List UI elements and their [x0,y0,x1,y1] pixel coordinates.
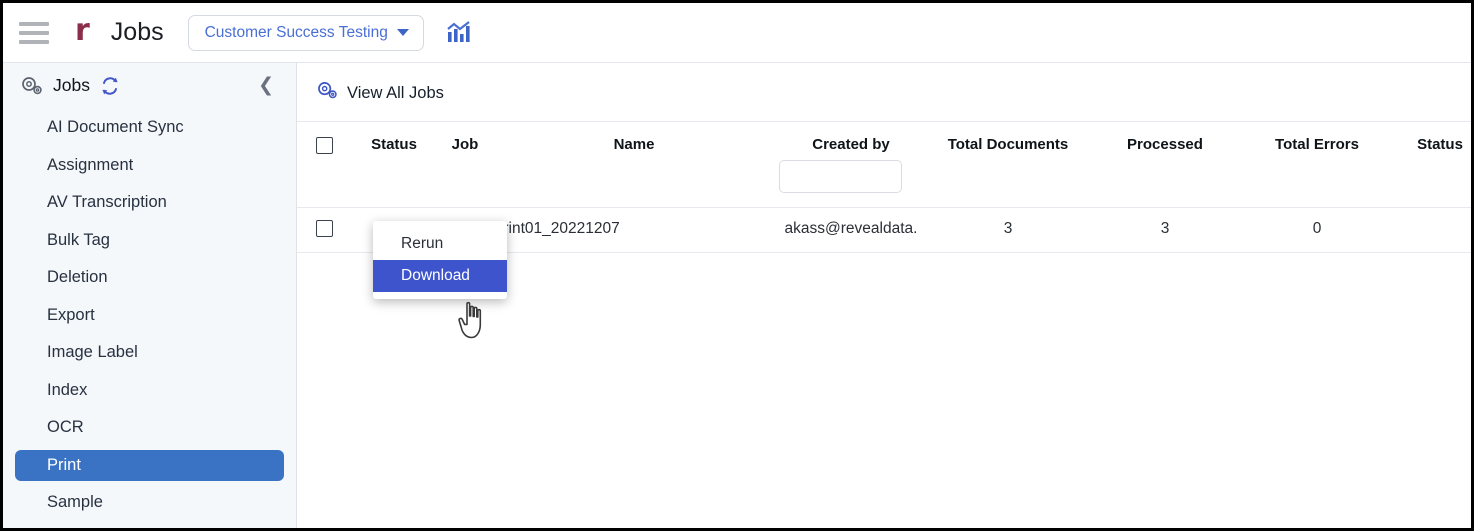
sidebar-item-ocr[interactable]: OCR [15,412,284,443]
refresh-sync-icon-svg [102,76,118,95]
menu-item-label: Rerun [401,235,444,252]
row-created-by-cell: akass@revealdata. [775,207,927,253]
sidebar-item-label: Print [47,455,81,474]
column-header-total-documents[interactable]: Total Documents [927,122,1089,160]
filter-cell-total-errors [1241,160,1393,208]
created-by-filter-input[interactable] [779,159,902,193]
column-header-name[interactable]: Name [493,122,775,160]
sidebar-collapse-button[interactable]: ❮ [258,76,282,95]
sidebar-item-ai-document-sync[interactable]: AI Document Sync [15,112,284,143]
chevron-down-icon [396,29,409,36]
sidebar-item-label: AV Transcription [47,193,167,211]
pointer-hand-cursor-svg [458,301,482,339]
row-select-cell [297,207,351,253]
sidebar-item-label: Sample [47,493,103,511]
filter-cell-total-documents [927,160,1089,208]
sidebar-item-assignment[interactable]: Assignment [15,150,284,181]
gears-icon-svg [318,82,337,99]
sidebar: Jobs ❮ AI Document Sync Assignment AV Tr… [3,63,297,529]
pointer-hand-cursor [455,301,489,348]
jobs-table-header-row: Status Job Name Created by Total Documen… [297,122,1471,160]
workspace-selector-dropdown[interactable]: Customer Success Testing [187,14,424,51]
sidebar-item-index[interactable]: Index [15,375,284,406]
analytics-chart-icon[interactable] [446,20,472,45]
row-actions-dropdown-menu: Rerun Download [373,221,507,299]
analytics-chart-icon-svg [447,21,470,42]
page-title: Jobs [110,18,164,46]
row-processed-cell: 3 [1089,207,1241,253]
filter-cell-name [493,160,775,208]
sidebar-item-bulk-tag[interactable]: Bulk Tag [15,225,284,256]
sidebar-item-deletion[interactable]: Deletion [15,262,284,293]
hamburger-menu-icon[interactable] [19,21,49,44]
sidebar-item-label: AI Document Sync [47,118,184,136]
sidebar-item-export[interactable]: Export [15,300,284,331]
filter-cell-empty [297,160,351,208]
sidebar-header: Jobs ❮ [3,63,296,106]
menu-item-download[interactable]: Download [373,260,507,292]
sidebar-item-print[interactable]: Print [15,449,284,481]
view-all-jobs-label: View All Jobs [347,83,444,102]
sidebar-item-translate[interactable]: Translate [15,525,284,529]
column-header-total-errors[interactable]: Total Errors [1241,122,1393,160]
application-window: r Jobs Customer Success Testing Jobs ❮ A… [0,0,1474,531]
filter-cell-job [437,160,493,208]
filter-cell-status [351,160,437,208]
body-container: Jobs ❮ AI Document Sync Assignment AV Tr… [3,63,1471,529]
refresh-sync-icon[interactable] [100,76,120,96]
hamburger-bar [19,30,49,35]
column-header-processed[interactable]: Processed [1089,122,1241,160]
filter-cell-status-2 [1393,160,1471,208]
row-status-2-cell [1393,207,1471,253]
gears-icon [317,81,338,105]
sidebar-item-label: Index [47,380,88,399]
brand-logo[interactable]: r [75,16,90,49]
menu-item-rerun[interactable]: Rerun [373,228,507,260]
column-header-status-2[interactable]: Status [1393,122,1471,160]
top-header-bar: r Jobs Customer Success Testing [3,3,1471,63]
sidebar-item-label: OCR [47,418,84,436]
view-all-jobs-header[interactable]: View All Jobs [297,63,1471,122]
jobs-table-head: Status Job Name Created by Total Documen… [297,122,1471,208]
jobs-table-filter-row [297,159,1471,208]
main-content: View All Jobs Status Job Name Created by… [297,63,1471,528]
row-total-errors-cell: 0 [1241,207,1393,253]
sidebar-title: Jobs [53,75,90,95]
gears-icon [21,76,43,96]
row-total-documents-cell: 3 [927,207,1089,253]
hamburger-bar [19,21,49,26]
gears-icon-svg [22,76,42,94]
hamburger-bar [19,39,49,44]
row-name-cell: Print01_20221207 [493,207,775,253]
select-all-header [297,122,351,160]
column-header-status[interactable]: Status [351,122,437,160]
filter-cell-processed [1089,160,1241,208]
sidebar-item-label: Deletion [47,268,108,286]
column-header-created-by[interactable]: Created by [775,122,927,160]
menu-item-label: Download [401,267,470,284]
workspace-selector-label: Customer Success Testing [204,23,388,41]
row-select-checkbox[interactable] [315,220,333,238]
sidebar-item-image-label[interactable]: Image Label [15,337,284,368]
sidebar-item-label: Export [47,305,95,324]
sidebar-item-sample[interactable]: Sample [15,487,284,518]
sidebar-nav-list: AI Document Sync Assignment AV Transcrip… [3,106,296,529]
sidebar-item-label: Assignment [47,155,134,174]
sidebar-item-label: Bulk Tag [47,230,110,249]
sidebar-item-label: Image Label [47,343,138,361]
select-all-checkbox[interactable] [315,136,333,154]
sidebar-item-av-transcription[interactable]: AV Transcription [15,187,284,218]
filter-cell-created-by [775,159,927,208]
column-header-job[interactable]: Job [437,122,493,160]
